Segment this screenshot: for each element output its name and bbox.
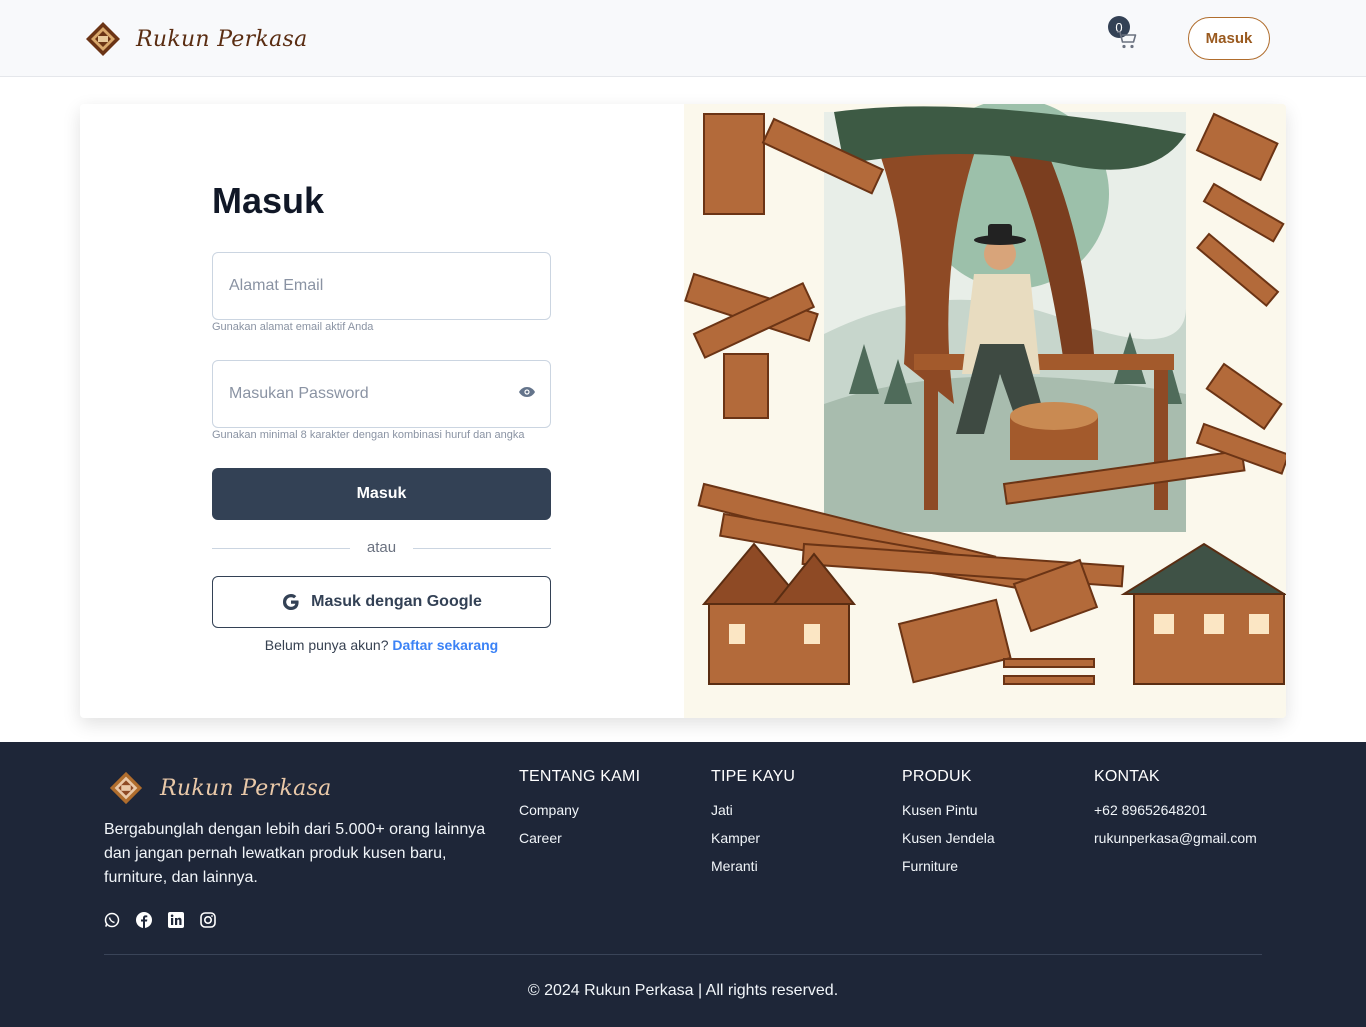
logo-icon bbox=[84, 20, 122, 58]
instagram-icon[interactable] bbox=[200, 912, 216, 928]
email-hint: Gunakan alamat email aktif Anda bbox=[212, 321, 374, 333]
footer-logo[interactable]: Rukun Perkasa bbox=[108, 770, 332, 806]
login-submit-button[interactable]: Masuk bbox=[212, 468, 551, 520]
email-field[interactable] bbox=[212, 252, 551, 320]
register-link[interactable]: Daftar sekarang bbox=[392, 637, 498, 653]
footer-divider bbox=[104, 954, 1262, 955]
footer-link-phone[interactable]: +62 89652648201 bbox=[1094, 796, 1257, 824]
top-navbar: Rukun Perkasa 0 Masuk bbox=[0, 0, 1366, 77]
facebook-icon[interactable] bbox=[136, 912, 152, 928]
header-login-button[interactable]: Masuk bbox=[1188, 17, 1270, 60]
footer-link-kusen-pintu[interactable]: Kusen Pintu bbox=[902, 796, 995, 824]
footer-logo-icon bbox=[108, 770, 144, 806]
footer-link-kamper[interactable]: Kamper bbox=[711, 824, 795, 852]
copyright-text: © 2024 Rukun Perkasa | All rights reserv… bbox=[527, 982, 839, 999]
footer-column-about: TENTANG KAMI Company Career bbox=[519, 768, 640, 852]
footer-column-title: TENTANG KAMI bbox=[519, 768, 641, 785]
password-hint: Gunakan minimal 8 karakter dengan kombin… bbox=[212, 429, 525, 441]
footer-column-title: TIPE KAYU bbox=[711, 768, 796, 785]
password-input[interactable] bbox=[213, 361, 550, 427]
footer-brand-name: Rukun Perkasa bbox=[160, 775, 332, 801]
login-card: Masuk Gunakan alamat email aktif Anda Gu… bbox=[80, 104, 1286, 718]
footer-link-meranti[interactable]: Meranti bbox=[711, 852, 795, 880]
footer-column-products: PRODUK Kusen Pintu Kusen Jendela Furnitu… bbox=[902, 768, 995, 880]
brand-name: Rukun Perkasa bbox=[136, 26, 308, 52]
brand-logo[interactable]: Rukun Perkasa bbox=[84, 20, 308, 58]
woodworking-illustration bbox=[684, 104, 1286, 718]
whatsapp-icon[interactable] bbox=[104, 912, 120, 928]
register-prompt-text: Belum punya akun? bbox=[264, 637, 389, 653]
email-input[interactable] bbox=[213, 253, 550, 319]
footer-link-jati[interactable]: Jati bbox=[711, 796, 795, 824]
register-prompt: Belum punya akun? Daftar sekarang bbox=[212, 637, 551, 653]
footer-column-contact: KONTAK +62 89652648201 rukunperkasa@gmai… bbox=[1094, 768, 1257, 852]
google-login-button[interactable]: Masuk dengan Google bbox=[212, 576, 551, 628]
footer-column-title: KONTAK bbox=[1094, 768, 1160, 785]
or-divider: atau bbox=[212, 538, 551, 558]
site-footer: Rukun Perkasa Bergabunglah dengan lebih … bbox=[0, 742, 1366, 1027]
footer-link-career[interactable]: Career bbox=[519, 824, 640, 852]
google-icon bbox=[283, 594, 299, 610]
footer-about-text: Bergabunglah dengan lebih dari 5.000+ or… bbox=[104, 821, 486, 886]
footer-link-email[interactable]: rukunperkasa@gmail.com bbox=[1094, 824, 1257, 852]
page-title: Masuk bbox=[212, 180, 325, 221]
cart-button[interactable]: 0 bbox=[1108, 16, 1140, 52]
footer-column-wood-types: TIPE KAYU Jati Kamper Meranti bbox=[711, 768, 795, 880]
social-links bbox=[104, 912, 216, 928]
footer-link-furniture[interactable]: Furniture bbox=[902, 852, 995, 880]
password-field[interactable] bbox=[212, 360, 551, 428]
footer-link-company[interactable]: Company bbox=[519, 796, 640, 824]
eye-icon[interactable] bbox=[518, 385, 536, 403]
linkedin-icon[interactable] bbox=[168, 912, 184, 928]
footer-link-kusen-jendela[interactable]: Kusen Jendela bbox=[902, 824, 995, 852]
footer-column-title: PRODUK bbox=[902, 768, 972, 785]
google-login-label: Masuk dengan Google bbox=[311, 593, 482, 610]
cart-icon bbox=[1117, 31, 1137, 49]
